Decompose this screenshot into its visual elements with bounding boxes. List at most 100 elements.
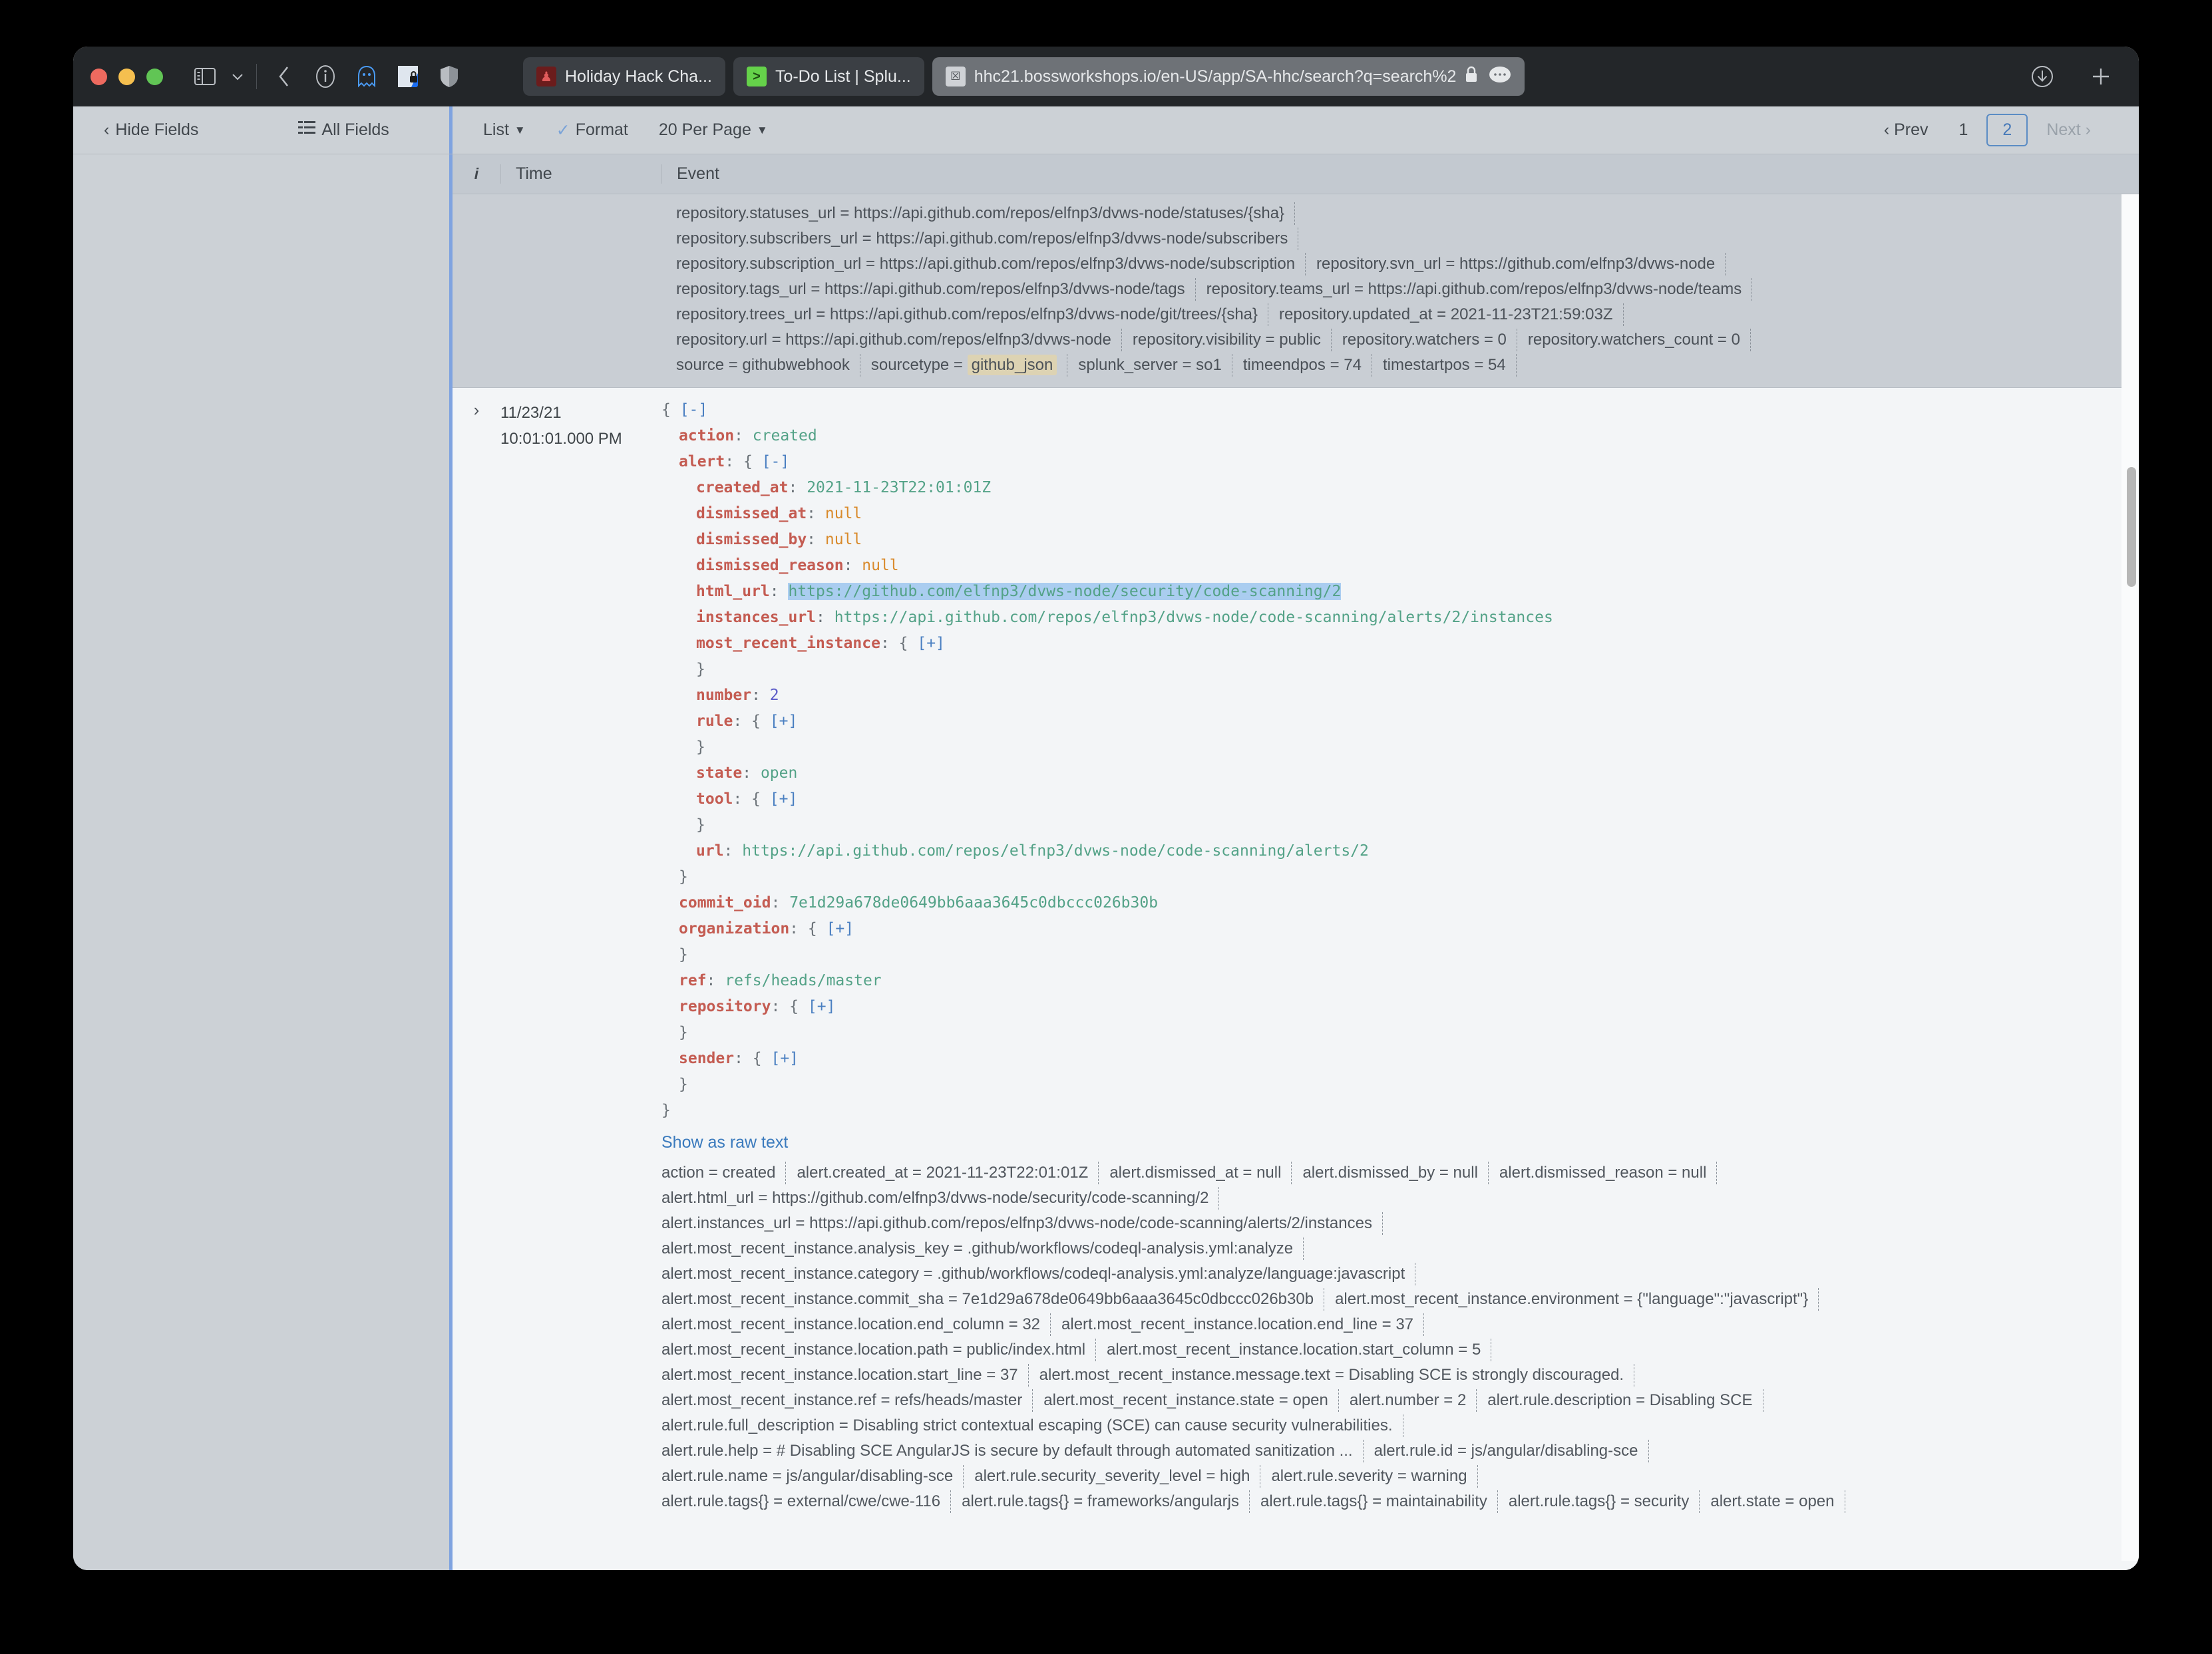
field-item[interactable]: alert.dismissed_reason = null <box>1499 1160 1718 1186</box>
json-toggle[interactable]: [+] <box>771 1050 799 1067</box>
field-item[interactable]: alert.most_recent_instance.category = .g… <box>661 1261 1416 1287</box>
json-toggle[interactable]: [+] <box>827 920 854 937</box>
download-icon[interactable] <box>2024 58 2061 95</box>
field-item[interactable]: alert.most_recent_instance.location.star… <box>1107 1337 1492 1363</box>
field-item[interactable]: alert.number = 2 <box>1350 1388 1477 1413</box>
field-item[interactable]: alert.instances_url = https://api.github… <box>661 1211 1383 1236</box>
new-tab-icon[interactable] <box>2082 58 2120 95</box>
field-item[interactable]: alert.most_recent_instance.analysis_key … <box>661 1236 1304 1261</box>
back-icon[interactable] <box>266 58 303 95</box>
more-icon[interactable] <box>1489 66 1511 88</box>
field-item[interactable]: timeendpos = 74 <box>1243 353 1373 378</box>
field-item[interactable]: alert.rule.tags{} = security <box>1509 1489 1700 1514</box>
field-item[interactable]: repository.subscribers_url = https://api… <box>676 226 1299 251</box>
privacy-badger-icon[interactable] <box>389 58 427 95</box>
field-line: alert.instances_url = https://api.github… <box>661 1211 2139 1236</box>
json-line: commit_oid: 7e1d29a678de0649bb6aaa3645c0… <box>661 890 2139 916</box>
field-item[interactable]: repository.watchers_count = 0 <box>1528 327 1751 353</box>
field-item[interactable]: alert.most_recent_instance.location.star… <box>661 1363 1029 1388</box>
field-line: repository.subscribers_url = https://api… <box>453 226 2139 251</box>
field-item[interactable]: alert.rule.tags{} = external/cwe/cwe-116 <box>661 1489 952 1514</box>
field-item[interactable]: alert.rule.id = js/angular/disabling-sce <box>1374 1438 1649 1464</box>
highlighted-value[interactable]: github_json <box>967 355 1057 375</box>
field-item[interactable]: action = created <box>661 1160 787 1186</box>
field-item[interactable]: repository.statuses_url = https://api.gi… <box>676 201 1296 226</box>
window-controls <box>91 68 163 85</box>
field-item[interactable]: repository.tags_url = https://api.github… <box>676 277 1196 302</box>
field-item[interactable]: alert.most_recent_instance.environment =… <box>1335 1287 1819 1312</box>
field-item[interactable]: alert.rule.severity = warning <box>1271 1464 1478 1489</box>
info-icon[interactable] <box>307 58 344 95</box>
field-item[interactable]: repository.teams_url = https://api.githu… <box>1206 277 1753 302</box>
field-item[interactable]: alert.most_recent_instance.commit_sha = … <box>661 1287 1325 1312</box>
vertical-scrollbar-track[interactable] <box>2121 194 2139 1570</box>
hide-fields-button[interactable]: ‹ Hide Fields <box>104 120 198 140</box>
json-value: } <box>679 1024 688 1041</box>
field-item[interactable]: alert.most_recent_instance.ref = refs/he… <box>661 1388 1033 1413</box>
format-button[interactable]: ✓ Format <box>556 120 628 140</box>
json-toggle[interactable]: [+] <box>808 998 836 1015</box>
field-line: alert.most_recent_instance.analysis_key … <box>661 1236 2139 1261</box>
field-item[interactable]: source = githubwebhook <box>676 353 860 378</box>
field-item[interactable]: alert.rule.tags{} = frameworks/angularjs <box>962 1489 1250 1514</box>
prev-page-button[interactable]: ‹ Prev <box>1872 118 1940 142</box>
browser-tab-1[interactable]: ♟ Holiday Hack Cha... <box>523 57 725 96</box>
vertical-scrollbar-thumb[interactable] <box>2127 467 2136 587</box>
field-item[interactable]: repository.updated_at = 2021-11-23T21:59… <box>1279 302 1624 327</box>
json-key: sender <box>679 1050 735 1067</box>
field-item[interactable]: alert.most_recent_instance.location.end_… <box>1061 1312 1425 1337</box>
field-item[interactable]: alert.rule.security_severity_level = hig… <box>974 1464 1261 1489</box>
close-window-button[interactable] <box>91 68 107 85</box>
field-item[interactable]: sourcetype = github_json <box>871 353 1068 378</box>
field-item[interactable]: alert.rule.tags{} = maintainability <box>1260 1489 1498 1514</box>
zoom-window-button[interactable] <box>146 68 163 85</box>
field-item[interactable]: alert.dismissed_by = null <box>1302 1160 1489 1186</box>
field-item[interactable]: alert.most_recent_instance.location.path… <box>661 1337 1097 1363</box>
field-item[interactable]: alert.rule.description = Disabling SCE <box>1487 1388 1763 1413</box>
json-toggle[interactable]: [-] <box>680 401 708 418</box>
field-item[interactable]: alert.html_url = https://github.com/elfn… <box>661 1186 1220 1211</box>
sidebar-toggle-icon[interactable] <box>186 58 224 95</box>
per-page-dropdown[interactable]: 20 Per Page ▼ <box>659 120 768 140</box>
json-toggle[interactable]: [+] <box>917 635 945 652</box>
field-item[interactable]: alert.dismissed_at = null <box>1109 1160 1292 1186</box>
json-toggle[interactable]: [+] <box>770 713 798 730</box>
browser-chrome: ♟ Holiday Hack Cha... > To-Do List | Spl… <box>73 47 2139 106</box>
field-item[interactable]: alert.rule.full_description = Disabling … <box>661 1413 1403 1438</box>
address-bar-url[interactable]: hhc21.bossworkshops.io/en-US/app/SA-hhc/… <box>974 67 1457 86</box>
ghostery-icon[interactable] <box>348 58 385 95</box>
browser-tab-2[interactable]: > To-Do List | Splu... <box>733 57 924 96</box>
next-label: Next <box>2046 120 2081 139</box>
event-expander[interactable]: › <box>453 388 500 1521</box>
field-item[interactable]: repository.svn_url = https://github.com/… <box>1316 251 1726 277</box>
field-item[interactable]: repository.watchers = 0 <box>1342 327 1517 353</box>
json-toggle[interactable]: [+] <box>770 790 798 808</box>
field-item[interactable]: alert.most_recent_instance.message.text … <box>1039 1363 1635 1388</box>
json-value: } <box>696 739 705 756</box>
field-item[interactable]: repository.trees_url = https://api.githu… <box>676 302 1269 327</box>
page-2-button-active[interactable]: 2 <box>1986 114 2028 146</box>
field-item[interactable]: repository.visibility = public <box>1133 327 1332 353</box>
field-item[interactable]: alert.rule.help = # Disabling SCE Angula… <box>661 1438 1364 1464</box>
browser-tab-3-active[interactable]: ☒ hhc21.bossworkshops.io/en-US/app/SA-hh… <box>932 57 1525 96</box>
field-item[interactable]: repository.url = https://api.github.com/… <box>676 327 1122 353</box>
next-page-button[interactable]: Next › <box>2034 118 2103 142</box>
minimize-window-button[interactable] <box>118 68 135 85</box>
field-item[interactable]: timestartpos = 54 <box>1383 353 1517 378</box>
shield-icon[interactable] <box>431 58 468 95</box>
view-mode-dropdown[interactable]: List ▼ <box>483 120 526 140</box>
show-as-raw-text-link[interactable]: Show as raw text <box>661 1133 2139 1152</box>
json-toggle[interactable]: [-] <box>762 453 790 470</box>
all-fields-button[interactable]: All Fields <box>298 120 389 140</box>
fields-toolbar: ‹ Hide Fields All Fields <box>73 106 449 154</box>
chevron-down-icon[interactable] <box>228 58 248 95</box>
field-item[interactable]: alert.state = open <box>1710 1489 1845 1514</box>
field-item[interactable]: alert.most_recent_instance.location.end_… <box>661 1312 1051 1337</box>
field-item[interactable]: splunk_server = so1 <box>1078 353 1233 378</box>
field-line: alert.rule.tags{} = external/cwe/cwe-116… <box>661 1489 2139 1514</box>
field-item[interactable]: alert.created_at = 2021-11-23T22:01:01Z <box>797 1160 1099 1186</box>
field-item[interactable]: alert.most_recent_instance.state = open <box>1043 1388 1339 1413</box>
field-item[interactable]: alert.rule.name = js/angular/disabling-s… <box>661 1464 964 1489</box>
page-1-button[interactable]: 1 <box>1947 118 1980 142</box>
field-item[interactable]: repository.subscription_url = https://ap… <box>676 251 1306 277</box>
